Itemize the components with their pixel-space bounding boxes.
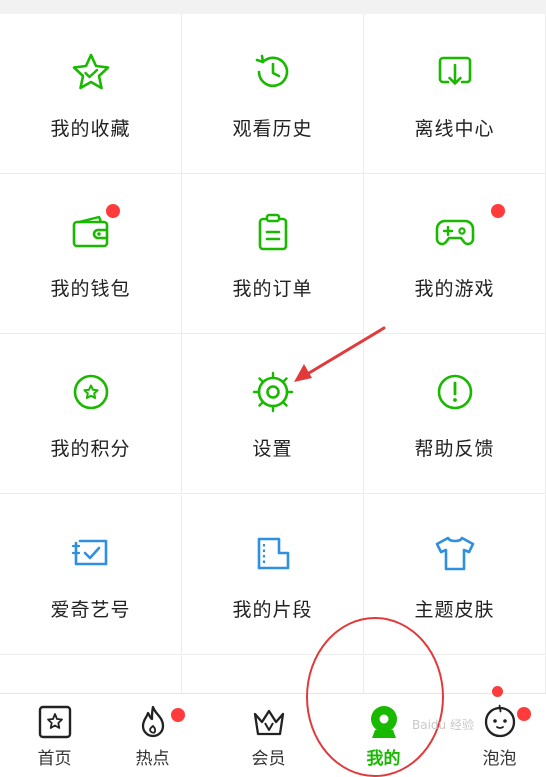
annotation-arrow bbox=[294, 326, 386, 382]
watermark: Baidu 经验 bbox=[412, 718, 474, 732]
